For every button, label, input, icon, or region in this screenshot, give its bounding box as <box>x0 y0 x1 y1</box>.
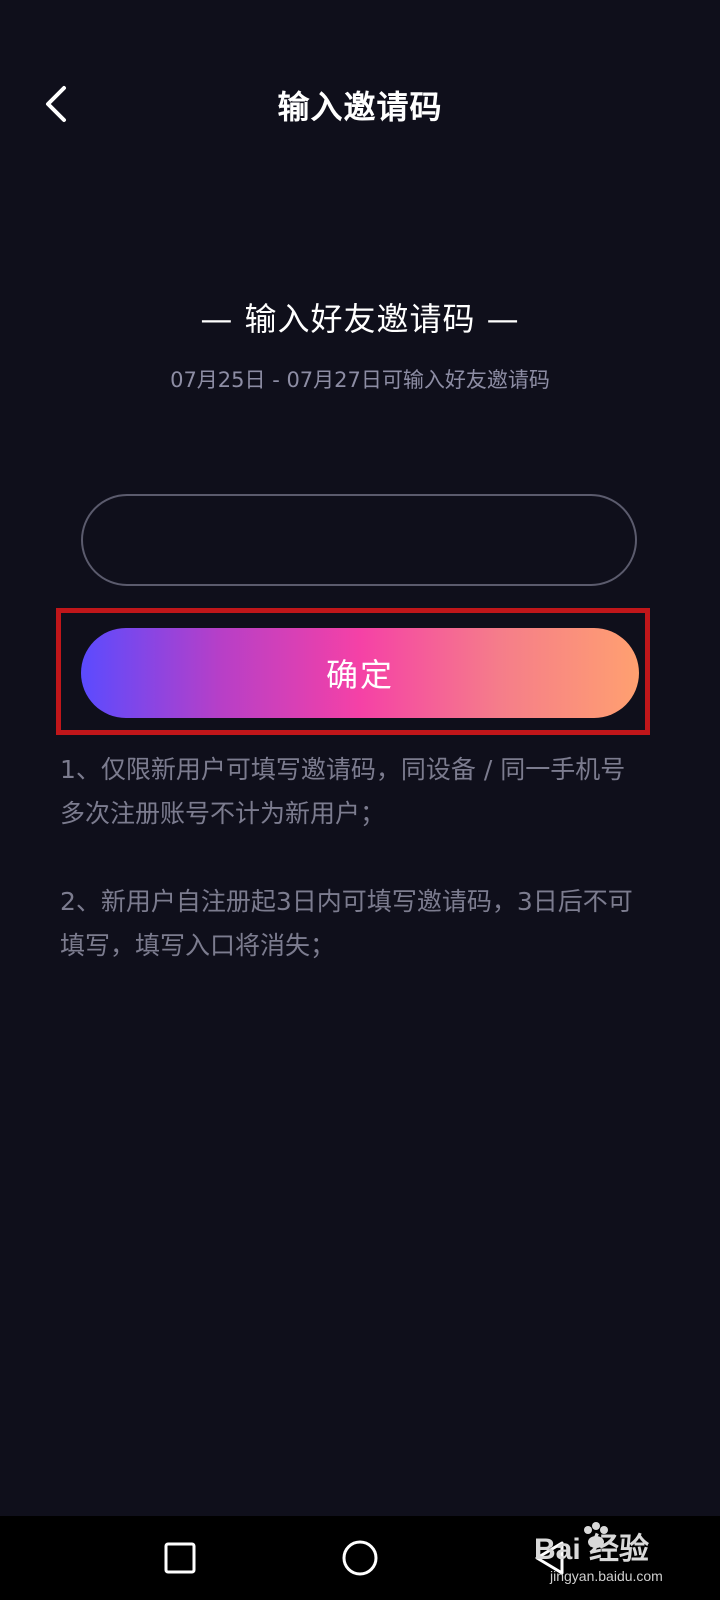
page-title: 输入邀请码 <box>277 88 443 126</box>
watermark: Bai 经验 jingyan.baidu.com <box>506 1520 706 1596</box>
circle-icon <box>342 1540 378 1576</box>
header: 输入邀请码 <box>0 0 720 210</box>
app-root: 输入邀请码 — 输入好友邀请码 — 07月25日 - 07月27日可输入好友邀请… <box>0 0 720 1600</box>
rule-item: 2、新用户自注册起3日内可填写邀请码，3日后不可填写，填写入口将消失； <box>60 887 633 960</box>
confirm-button-label: 确定 <box>325 656 394 694</box>
home-button[interactable] <box>320 1516 400 1600</box>
rules-list: 1、仅限新用户可填写邀请码，同设备 / 同一手机号多次注册账号不计为新用户； 2… <box>60 748 650 1012</box>
square-icon <box>164 1542 196 1574</box>
rule-item: 1、仅限新用户可填写邀请码，同设备 / 同一手机号多次注册账号不计为新用户； <box>60 755 626 828</box>
recent-apps-button[interactable] <box>140 1516 220 1600</box>
watermark-url: jingyan.baidu.com <box>550 1568 663 1584</box>
date-range-text: 07月25日 - 07月27日可输入好友邀请码 <box>170 368 550 392</box>
section-title: — 输入好友邀请码 — <box>200 300 520 338</box>
confirm-button[interactable]: 确定 <box>81 628 639 718</box>
invite-code-input[interactable] <box>81 494 637 586</box>
watermark-text: Bai 经验 <box>534 1533 650 1566</box>
